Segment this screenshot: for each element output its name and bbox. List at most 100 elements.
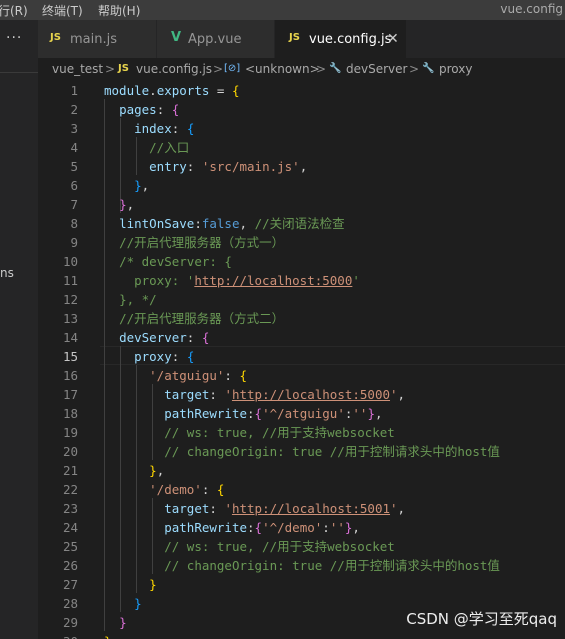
code-line[interactable]: 25 // ws: true, //用于支持websocket <box>38 537 565 556</box>
breadcrumb: vue_test > JS vue.config.js > [⊘] <unkno… <box>38 58 565 80</box>
code-line[interactable]: 23 target: 'http://localhost:5001', <box>38 499 565 518</box>
sidebar-text-fragment: ns <box>0 266 14 280</box>
code-token: index <box>134 121 172 136</box>
code-token: } <box>134 178 142 193</box>
code-token: : <box>171 121 187 136</box>
tab-main-js[interactable]: JS main.js <box>38 20 157 58</box>
code-token: '' <box>329 520 345 535</box>
js-file-icon: JS <box>118 63 129 74</box>
code-line[interactable]: 22 '/demo': { <box>38 480 565 499</box>
csdn-watermark: CSDN @学习至死qaq <box>406 610 557 628</box>
code-token: , <box>141 178 150 193</box>
code-line[interactable]: 16 '/atguigu': { <box>38 366 565 385</box>
breadcrumb-unknown[interactable]: <unknown> <box>245 62 320 76</box>
code-line[interactable]: 7 }, <box>38 195 565 214</box>
breadcrumb-proxy[interactable]: proxy <box>439 62 472 76</box>
code-token: : <box>194 216 202 231</box>
code-text: '/demo': { <box>104 480 224 499</box>
code-line[interactable]: 21 }, <box>38 461 565 480</box>
code-token: target <box>164 501 210 516</box>
tab-label: vue.config.js <box>309 32 392 47</box>
code-text: entry: 'src/main.js', <box>104 157 307 176</box>
code-line[interactable]: 24 pathRewrite:{'^/demo':''}, <box>38 518 565 537</box>
line-number: 10 <box>62 254 78 269</box>
code-token: //关闭语法检查 <box>254 216 345 231</box>
code-text: // changeOrigin: true //用于控制请求头中的host值 <box>104 442 500 461</box>
code-token: 'src/main.js' <box>201 159 300 174</box>
close-icon[interactable]: ✕ <box>387 31 399 47</box>
code-line[interactable]: 13 //开启代理服务器（方式二） <box>38 309 565 328</box>
code-token: pages <box>119 102 157 117</box>
breadcrumb-separator: > <box>213 62 224 76</box>
code-text: target: 'http://localhost:5001', <box>104 499 405 518</box>
code-token: { <box>201 330 210 345</box>
code-editor[interactable]: 1 module.exports = {2 pages: {3 index: {4… <box>38 80 565 639</box>
more-actions-icon[interactable]: ··· <box>6 30 22 46</box>
code-token: , <box>397 501 406 516</box>
code-text: // changeOrigin: true //用于控制请求头中的host值 <box>104 556 500 575</box>
code-token: module <box>104 83 150 98</box>
code-token: }, */ <box>119 292 157 307</box>
menu-run[interactable]: 行(R) <box>0 2 28 19</box>
code-token: target <box>164 387 210 402</box>
code-token: false <box>201 216 240 231</box>
code-text: } <box>104 594 142 613</box>
code-line[interactable]: 19 // ws: true, //用于支持websocket <box>38 423 565 442</box>
breadcrumb-folder[interactable]: vue_test <box>52 62 103 76</box>
code-line[interactable]: 20 // changeOrigin: true //用于控制请求头中的host… <box>38 442 565 461</box>
code-line[interactable]: 11 proxy: 'http://localhost:5000' <box>38 271 565 290</box>
code-token: /* devServer: { <box>119 254 232 269</box>
code-token: : <box>247 520 255 535</box>
line-number: 27 <box>62 577 78 592</box>
code-text: '/atguigu': { <box>104 366 247 385</box>
line-number: 16 <box>62 368 78 383</box>
line-number: 26 <box>62 558 78 573</box>
code-line[interactable]: 1 module.exports = { <box>38 81 565 100</box>
code-token: , <box>352 520 360 535</box>
code-text: /* devServer: { <box>104 252 232 271</box>
code-line[interactable]: 30} <box>38 632 565 639</box>
code-token: '^/atguigu' <box>262 406 345 421</box>
code-line[interactable]: 8 lintOnSave:false, //关闭语法检查 <box>38 214 565 233</box>
code-line[interactable]: 5 entry: 'src/main.js', <box>38 157 565 176</box>
tab-label: App.vue <box>188 32 242 47</box>
code-line[interactable]: 3 index: { <box>38 119 565 138</box>
tab-vue-config-js[interactable]: JS vue.config.js ✕ <box>275 20 407 58</box>
code-text: }, <box>104 195 134 214</box>
menu-help[interactable]: 帮助(H) <box>98 2 140 19</box>
unknown-symbol-icon: [⊘] <box>224 63 241 74</box>
code-line[interactable]: 14 devServer: { <box>38 328 565 347</box>
code-line[interactable]: 10 /* devServer: { <box>38 252 565 271</box>
code-token: { <box>231 83 240 98</box>
breadcrumb-file[interactable]: vue.config.js <box>136 62 212 76</box>
code-text: target: 'http://localhost:5000', <box>104 385 405 404</box>
code-token: '/demo' <box>149 482 202 497</box>
code-text: pathRewrite:{'^/demo':''}, <box>104 518 360 537</box>
code-line[interactable]: 27 } <box>38 575 565 594</box>
breadcrumb-devserver[interactable]: devServer <box>346 62 407 76</box>
line-number: 19 <box>62 425 78 440</box>
code-text: // ws: true, //用于支持websocket <box>104 537 395 556</box>
code-token: , <box>375 406 383 421</box>
code-token: , <box>239 216 255 231</box>
code-line[interactable]: 2 pages: { <box>38 100 565 119</box>
code-token: } <box>134 596 142 611</box>
code-line[interactable]: 26 // changeOrigin: true //用于控制请求头中的host… <box>38 556 565 575</box>
menu-terminal[interactable]: 终端(T) <box>42 2 83 19</box>
tab-app-vue[interactable]: V App.vue <box>157 20 275 58</box>
code-line[interactable]: 4 //入口 <box>38 138 565 157</box>
code-line[interactable]: 15 proxy: { <box>38 347 565 366</box>
code-line[interactable]: 17 target: 'http://localhost:5000', <box>38 385 565 404</box>
code-token: '^/demo' <box>262 520 323 535</box>
code-line[interactable]: 12 }, */ <box>38 290 565 309</box>
code-line[interactable]: 9 //开启代理服务器（方式一） <box>38 233 565 252</box>
code-line[interactable]: 18 pathRewrite:{'^/atguigu':''}, <box>38 404 565 423</box>
code-token: } <box>367 406 375 421</box>
code-token: '' <box>352 406 368 421</box>
code-line[interactable]: 6 }, <box>38 176 565 195</box>
